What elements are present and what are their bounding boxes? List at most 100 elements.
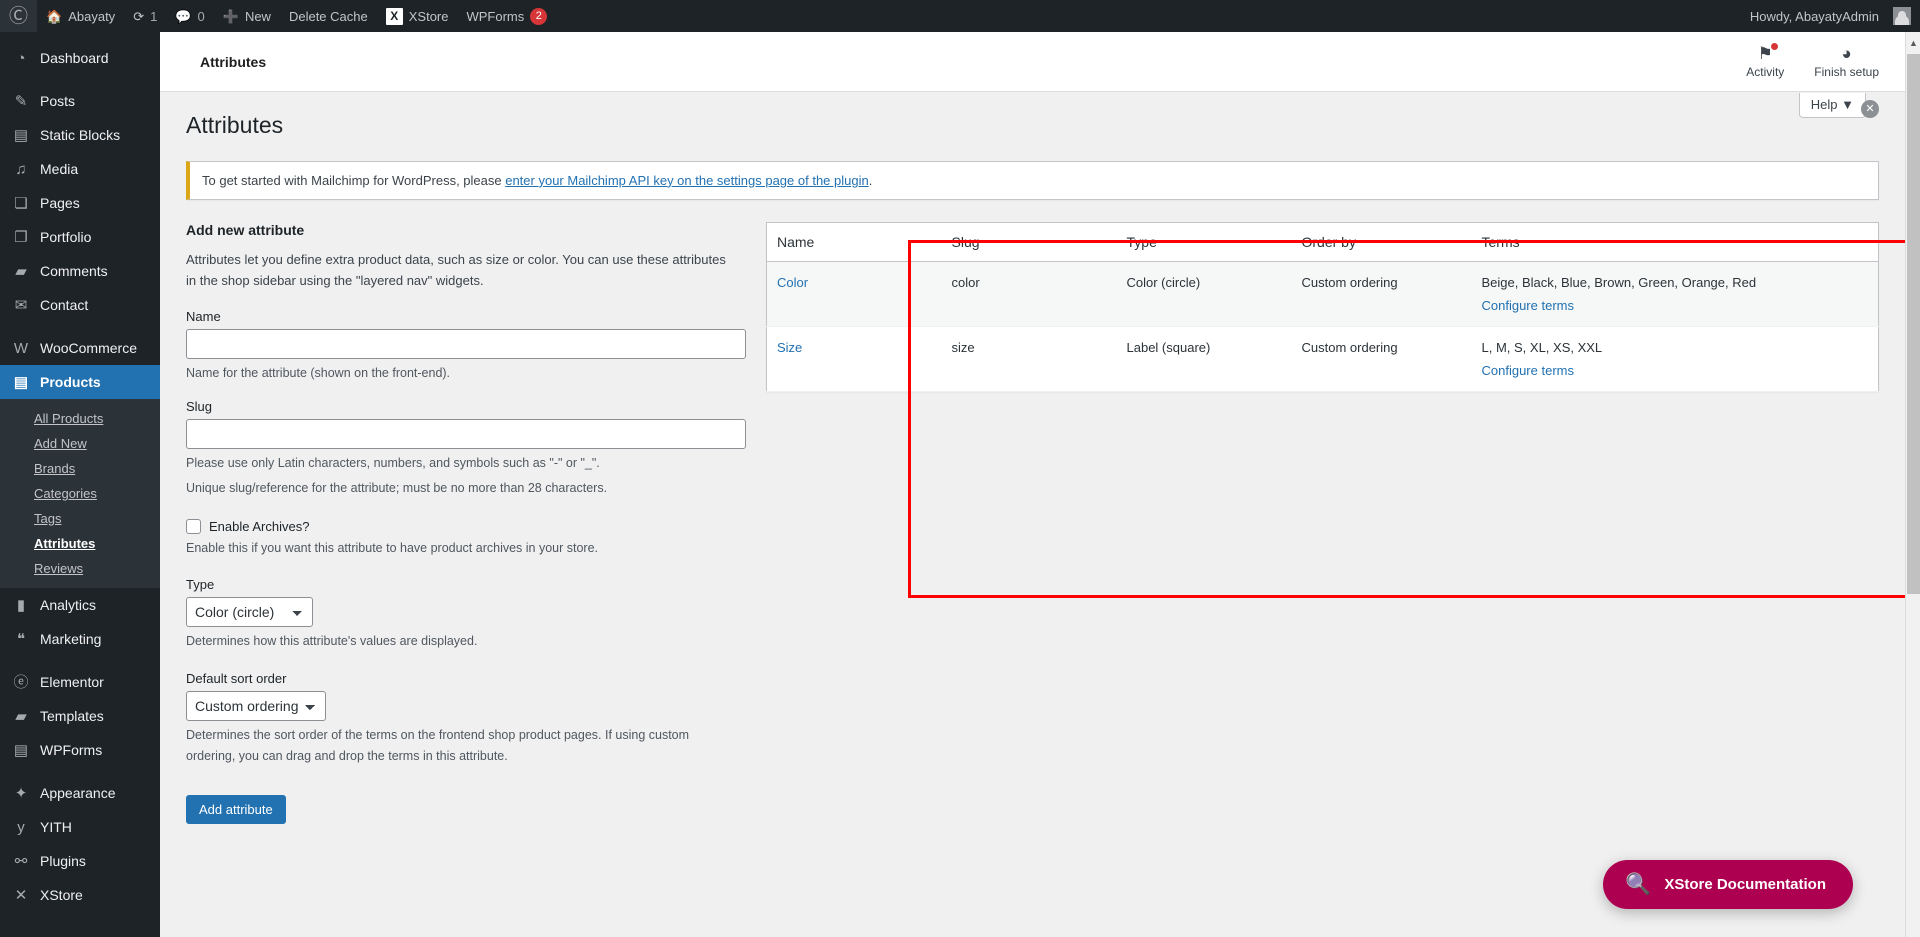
sidebar-item-yith[interactable]: y YITH xyxy=(0,810,160,844)
wordpress-logo-icon: Ⓒ xyxy=(9,5,29,27)
sidebar-item-woocommerce[interactable]: W WooCommerce xyxy=(0,331,160,365)
xstore-documentation-button[interactable]: 🔍 XStore Documentation xyxy=(1603,860,1853,909)
submenu-item-reviews[interactable]: Reviews xyxy=(0,556,160,581)
finish-setup-label: Finish setup xyxy=(1814,64,1879,79)
help-label: Help xyxy=(1810,96,1838,112)
xstore-menu[interactable]: X XStore xyxy=(377,0,458,32)
dashboard-icon: ◔ xyxy=(16,49,26,67)
menu-group-bottom: ▮ Analytics ❝ Marketing ⓔ Elementor ▰ Te… xyxy=(0,588,160,912)
enable-archives-label: Enable Archives? xyxy=(209,519,310,535)
magnifier-icon: 🔍 xyxy=(1625,873,1652,896)
portfolio-icon: ❐ xyxy=(14,228,28,246)
submenu-item-attributes[interactable]: Attributes xyxy=(0,531,160,556)
attribute-slug-input[interactable] xyxy=(186,418,746,449)
page-wrap: Attributes To get started with Mailchimp… xyxy=(160,92,1905,825)
page-scrollbar[interactable]: ▲ xyxy=(1905,32,1920,937)
account-menu[interactable]: Howdy, AbayatyAdmin xyxy=(1741,0,1920,32)
cell-order-by: Custom ordering xyxy=(1291,326,1472,392)
activity-button[interactable]: ⚑ Activity xyxy=(1746,42,1785,79)
sidebar-item-label: Static Blocks xyxy=(40,127,121,143)
sidebar-item-label: Pages xyxy=(40,195,80,211)
sidebar-item-posts[interactable]: ✎ Posts xyxy=(0,84,160,118)
scrollbar-thumb[interactable] xyxy=(1907,54,1920,594)
sort-field-group: Default sort order Custom orderingNameNa… xyxy=(186,671,736,768)
help-tab[interactable]: Help ▼ xyxy=(1798,92,1866,118)
mailchimp-settings-link[interactable]: enter your Mailchimp API key on the sett… xyxy=(505,173,869,188)
add-attribute-button[interactable]: Add attribute xyxy=(186,795,286,825)
attribute-name-input[interactable] xyxy=(186,329,746,360)
attributes-table-body: Color color Color (circle) Custom orderi… xyxy=(766,261,1879,392)
sidebar-item-elementor[interactable]: ⓔ Elementor xyxy=(0,665,160,699)
xstore-icon: ✕ xyxy=(14,886,28,904)
cell-type: Color (circle) xyxy=(1116,261,1292,327)
scrollbar-up-arrow[interactable]: ▲ xyxy=(1906,35,1920,51)
sidebar-item-marketing[interactable]: ❝ Marketing xyxy=(0,622,160,656)
menu-separator xyxy=(0,322,160,331)
updates-icon: ⟳ xyxy=(133,8,145,24)
type-label: Type xyxy=(186,577,215,593)
sidebar-item-wpforms[interactable]: ▤ WPForms xyxy=(0,733,160,767)
finish-setup-button[interactable]: ◕ Finish setup xyxy=(1814,45,1879,79)
sidebar-item-portfolio[interactable]: ❐ Portfolio xyxy=(0,220,160,254)
th-order-by[interactable]: Order by xyxy=(1291,222,1472,262)
comments-menu[interactable]: 💬 0 xyxy=(166,0,213,32)
wordpress-logo-menu[interactable]: Ⓒ xyxy=(0,0,38,32)
th-terms[interactable]: Terms xyxy=(1471,222,1879,262)
sidebar-item-xstore[interactable]: ✕ XStore xyxy=(0,878,160,912)
attribute-name-link[interactable]: Size xyxy=(777,340,802,355)
enable-archives-row[interactable]: Enable Archives? xyxy=(186,519,736,535)
sidebar-item-dashboard[interactable]: ◔ Dashboard xyxy=(0,41,160,75)
wc-header-title: Attributes xyxy=(200,53,267,70)
sidebar-item-pages[interactable]: ❏ Pages xyxy=(0,186,160,220)
submenu-item-brands[interactable]: Brands xyxy=(0,456,160,481)
page-title: Attributes xyxy=(186,112,284,138)
updates-menu[interactable]: ⟳ 1 xyxy=(124,0,166,32)
attribute-name-link[interactable]: Color xyxy=(777,275,808,290)
type-field-group: Type Color (circle)Label (square)SelectT… xyxy=(186,577,736,652)
cell-terms: Beige, Black, Blue, Brown, Green, Orange… xyxy=(1471,261,1879,327)
submenu-item-all-products[interactable]: All Products xyxy=(0,406,160,431)
cell-type: Label (square) xyxy=(1116,326,1292,392)
default-sort-order-select[interactable]: Custom orderingNameName (numeric)Term ID xyxy=(186,690,326,721)
terms-list: Beige, Black, Blue, Brown, Green, Orange… xyxy=(1481,274,1757,290)
activity-label: Activity xyxy=(1746,64,1785,79)
submenu-item-tags[interactable]: Tags xyxy=(0,506,160,531)
configure-terms-link[interactable]: Configure terms xyxy=(1482,363,1869,378)
sidebar-item-label: Plugins xyxy=(40,853,86,869)
enable-archives-checkbox[interactable] xyxy=(186,519,201,535)
analytics-icon: ▮ xyxy=(16,596,26,614)
howdy-label: Howdy, AbayatyAdmin xyxy=(1749,8,1879,24)
site-name-menu[interactable]: 🏠 Abayaty xyxy=(37,0,124,32)
sidebar-item-templates[interactable]: ▰ Templates xyxy=(0,699,160,733)
new-content-menu[interactable]: ➕ New xyxy=(214,0,280,32)
sidebar-item-appearance[interactable]: ✦ Appearance xyxy=(0,776,160,810)
submenu-item-add-new[interactable]: Add New xyxy=(0,431,160,456)
sidebar-item-label: Analytics xyxy=(40,597,97,613)
sidebar-item-contact[interactable]: ✉ Contact xyxy=(0,288,160,322)
cell-order-by: Custom ordering xyxy=(1291,261,1472,327)
cell-slug: size xyxy=(941,326,1117,392)
woocommerce-icon: W xyxy=(13,339,29,357)
delete-cache-button[interactable]: Delete Cache xyxy=(280,0,377,32)
sidebar-item-label: Templates xyxy=(40,708,104,724)
sidebar-item-static-blocks[interactable]: ▤ Static Blocks xyxy=(0,118,160,152)
submenu-item-categories[interactable]: Categories xyxy=(0,481,160,506)
attribute-type-select[interactable]: Color (circle)Label (square)SelectText xyxy=(186,597,313,628)
menu-group-top: ◔ Dashboard ✎ Posts ▤ Static Blocks ♫ Me… xyxy=(0,41,160,399)
th-type[interactable]: Type xyxy=(1116,222,1292,262)
sidebar-item-analytics[interactable]: ▮ Analytics xyxy=(0,588,160,622)
configure-terms-link[interactable]: Configure terms xyxy=(1482,298,1869,313)
sidebar-item-label: Dashboard xyxy=(40,50,109,66)
slug-hint-1: Please use only Latin characters, number… xyxy=(186,455,600,470)
th-name[interactable]: Name xyxy=(766,222,942,262)
menu-spacer-top xyxy=(0,32,160,41)
wpforms-menu[interactable]: WPForms 2 xyxy=(457,0,556,32)
th-slug[interactable]: Slug xyxy=(941,222,1117,262)
screen-options-close-icon[interactable]: ✕ xyxy=(1861,100,1879,118)
sidebar-item-media[interactable]: ♫ Media xyxy=(0,152,160,186)
sidebar-item-label: Contact xyxy=(40,297,89,313)
sidebar-item-products[interactable]: ▤ Products xyxy=(0,365,160,399)
sidebar-item-plugins[interactable]: ⚯ Plugins xyxy=(0,844,160,878)
sidebar-item-comments[interactable]: ▰ Comments xyxy=(0,254,160,288)
avatar xyxy=(1893,7,1911,25)
